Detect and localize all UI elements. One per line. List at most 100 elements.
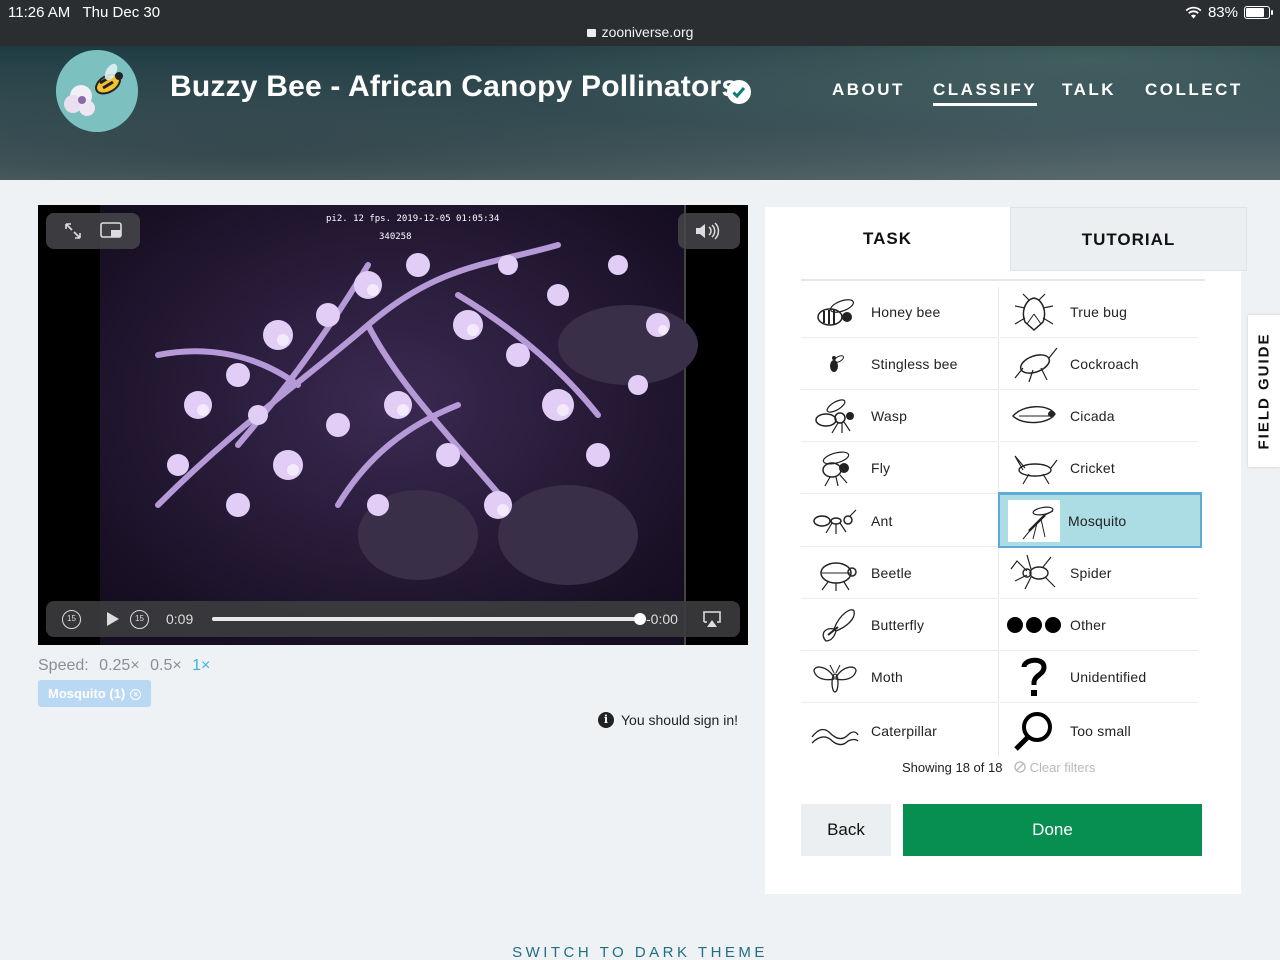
mosquito-icon xyxy=(1022,506,1054,539)
choice-label: Ant xyxy=(871,513,893,529)
choice-label: Stingless bee xyxy=(871,356,958,372)
choice-cricket[interactable]: Cricket xyxy=(1000,443,1198,494)
volume-icon xyxy=(696,222,720,240)
nav-collect[interactable]: COLLECT xyxy=(1145,80,1243,100)
butterfly-icon xyxy=(822,609,855,642)
video-top-controls xyxy=(46,213,140,249)
url-text: zooniverse.org xyxy=(601,24,694,40)
clock: 11:26 AM xyxy=(8,4,71,21)
project-logo[interactable] xyxy=(56,50,138,132)
remove-tag-icon[interactable]: × xyxy=(130,689,142,700)
choice-label: Spider xyxy=(1070,565,1112,581)
filter-count: Showing 18 of 18 xyxy=(902,760,1003,775)
choice-butterfly[interactable]: Butterfly xyxy=(801,600,999,651)
airplay-icon[interactable] xyxy=(702,610,722,628)
clear-filters-label: Clear filters xyxy=(1029,760,1096,775)
picture-in-picture-icon[interactable] xyxy=(100,222,124,240)
choice-fly[interactable]: Fly xyxy=(801,443,999,494)
scrubber-handle[interactable] xyxy=(634,613,646,625)
choice-too-small[interactable]: Too small xyxy=(1000,705,1198,756)
skip-forward-seconds: 15 xyxy=(135,614,144,623)
speed-option-05[interactable]: 0.5× xyxy=(150,657,182,674)
tag-label: Mosquito (1) xyxy=(48,686,126,701)
moth-icon xyxy=(813,664,857,693)
nav-classify[interactable]: CLASSIFY xyxy=(933,80,1038,106)
project-header: Buzzy Bee - African Canopy Pollinators A… xyxy=(0,46,1280,180)
play-icon[interactable] xyxy=(106,611,120,627)
choice-label: Cicada xyxy=(1070,408,1115,424)
skip-back-button[interactable]: 15 xyxy=(62,610,81,629)
project-title[interactable]: Buzzy Bee - African Canopy Pollinators xyxy=(170,70,738,104)
status-bar: 11:26 AM Thu Dec 30 zooniverse.org 83% xyxy=(0,0,1280,46)
stingless-bee-icon xyxy=(830,355,845,372)
choice-stingless-bee[interactable]: Stingless bee xyxy=(801,339,999,390)
choice-label: Too small xyxy=(1070,722,1131,739)
choice-label: Other xyxy=(1070,617,1107,633)
speed-label: Speed: xyxy=(38,657,89,674)
choice-label: Beetle xyxy=(871,565,912,581)
elapsed-time: 0:09 xyxy=(166,611,194,627)
choice-label: Unidentified xyxy=(1070,669,1147,685)
field-guide-tab[interactable]: FIELD GUIDE xyxy=(1248,315,1280,467)
choice-mosquito[interactable]: Mosquito xyxy=(998,492,1202,548)
status-time: 11:26 AM Thu Dec 30 xyxy=(8,4,160,21)
other-dots-icon xyxy=(1007,617,1061,633)
nav-talk[interactable]: TALK xyxy=(1062,80,1116,100)
sign-in-notice: i You should sign in! xyxy=(598,712,738,728)
spider-icon xyxy=(1010,554,1056,590)
tab-task[interactable]: TASK xyxy=(765,207,1010,271)
done-button[interactable]: Done xyxy=(903,804,1202,856)
speed-option-025[interactable]: 0.25× xyxy=(99,657,139,674)
choice-label: Cricket xyxy=(1070,460,1115,476)
choice-label: Moth xyxy=(871,669,903,685)
choice-caterpillar[interactable]: Caterpillar xyxy=(801,705,999,756)
nav-about[interactable]: ABOUT xyxy=(832,80,905,100)
subject-video[interactable]: pi2. 12 fps. 2019-12-05 01:05:34 340258 … xyxy=(38,205,748,645)
choice-true-bug[interactable]: True bug xyxy=(1000,287,1198,338)
tab-tutorial[interactable]: TUTORIAL xyxy=(1010,207,1247,271)
choice-label: Fly xyxy=(871,460,891,476)
choice-label: True bug xyxy=(1070,304,1128,320)
back-button[interactable]: Back xyxy=(801,804,891,856)
choice-wasp[interactable]: Wasp xyxy=(801,391,999,442)
address-bar[interactable]: zooniverse.org xyxy=(0,24,1280,40)
choice-moth[interactable]: Moth xyxy=(801,652,999,703)
choice-label: Butterfly xyxy=(871,617,925,633)
choice-cicada[interactable]: Cicada xyxy=(1000,391,1198,442)
choice-spider[interactable]: Spider xyxy=(1000,548,1198,599)
selected-choice-tag[interactable]: Mosquito (1) × xyxy=(38,680,152,707)
choice-label: Caterpillar xyxy=(871,722,937,739)
choice-cockroach[interactable]: Cockroach xyxy=(1000,339,1198,390)
clear-filters-button[interactable]: Clear filters xyxy=(1014,760,1095,775)
skip-forward-button[interactable]: 15 xyxy=(130,610,149,629)
video-scrubber[interactable] xyxy=(212,613,646,625)
battery-percent: 83% xyxy=(1207,4,1238,21)
video-player-bar: 15 15 0:09 -0:00 xyxy=(46,601,740,637)
video-timestamp: pi2. 12 fps. 2019-12-05 01:05:34 xyxy=(326,214,500,224)
battery-icon xyxy=(1244,6,1273,19)
wasp-icon xyxy=(815,399,854,434)
fly-icon xyxy=(822,451,850,487)
bee-flower-logo-icon xyxy=(56,50,138,132)
playback-speed: Speed: 0.25× 0.5× 1× xyxy=(38,657,210,675)
volume-control[interactable] xyxy=(678,213,740,249)
choice-label: Cockroach xyxy=(1070,356,1139,372)
choice-label: Wasp xyxy=(871,408,908,424)
wifi-icon xyxy=(1185,6,1202,19)
dark-theme-toggle[interactable]: SWITCH TO DARK THEME xyxy=(0,944,1280,960)
choice-label: Honey bee xyxy=(871,304,941,320)
speed-option-1[interactable]: 1× xyxy=(192,657,210,674)
lock-icon xyxy=(586,29,596,37)
choice-label: Mosquito xyxy=(1068,512,1127,529)
video-frame-id: 340258 xyxy=(379,232,412,242)
choice-beetle[interactable]: Beetle xyxy=(801,548,999,599)
choice-ant[interactable]: Ant xyxy=(801,496,999,547)
choice-unidentified[interactable]: Unidentified xyxy=(1000,652,1198,703)
battery-fill xyxy=(1246,8,1265,17)
choice-honey-bee[interactable]: Honey bee xyxy=(801,287,999,338)
status-indicators: 83% xyxy=(1185,4,1273,21)
fullscreen-icon[interactable] xyxy=(64,222,82,240)
choice-other[interactable]: Other xyxy=(1000,600,1198,651)
sign-in-text: You should sign in! xyxy=(621,712,739,728)
question-mark-icon xyxy=(1021,657,1047,696)
